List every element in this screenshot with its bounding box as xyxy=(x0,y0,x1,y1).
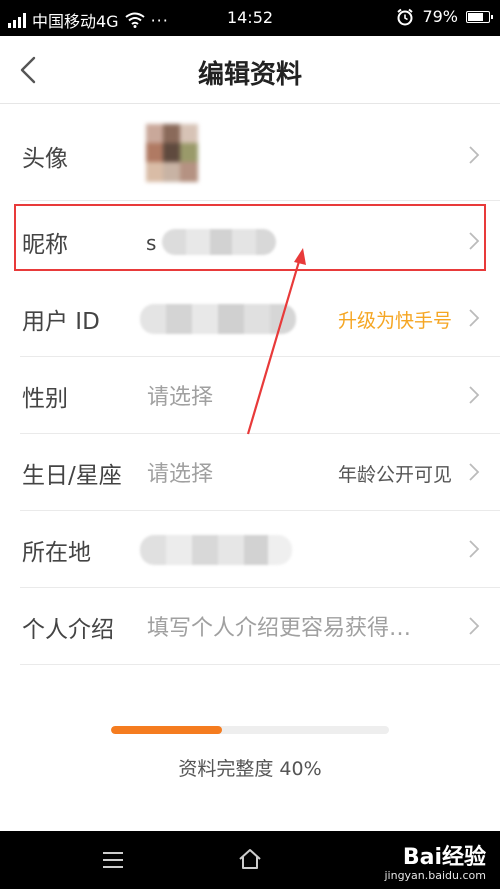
annotation-highlight-box xyxy=(14,204,486,271)
row-bio[interactable]: 个人介绍 填写个人介绍更容易获得… xyxy=(0,588,500,665)
battery-icon xyxy=(466,10,493,23)
row-gender[interactable]: 性别 请选择 xyxy=(0,357,500,434)
system-nav-bar: Bai经验 jingyan.baidu.com xyxy=(0,831,500,889)
chevron-right-icon xyxy=(469,309,480,327)
watermark-url: jingyan.baidu.com xyxy=(384,869,486,882)
alarm-icon xyxy=(397,8,414,25)
redacted-user-id xyxy=(140,304,296,334)
home-icon[interactable] xyxy=(238,847,262,871)
chevron-right-icon xyxy=(469,540,480,558)
row-label: 头像 xyxy=(22,146,68,172)
menu-icon[interactable] xyxy=(102,851,124,869)
chevron-right-icon xyxy=(469,386,480,404)
completion-progress-fill xyxy=(111,726,223,734)
completion-label: 资料完整度 40% xyxy=(178,758,322,780)
birthday-placeholder: 请选择 xyxy=(147,462,214,487)
watermark: Bai经验 jingyan.baidu.com xyxy=(384,839,486,882)
row-label: 个人介绍 xyxy=(22,617,114,643)
page-title: 编辑资料 xyxy=(197,60,302,90)
chevron-right-icon xyxy=(469,146,480,164)
row-label: 用户 ID xyxy=(22,309,100,335)
chevron-right-icon xyxy=(469,463,480,481)
completion-progress-bar xyxy=(111,726,389,734)
avatar[interactable] xyxy=(146,124,198,182)
row-birthday[interactable]: 生日/星座 请选择 年龄公开可见 xyxy=(0,434,500,511)
age-visibility-note: 年龄公开可见 xyxy=(337,464,452,486)
bio-placeholder: 填写个人介绍更容易获得… xyxy=(147,616,412,641)
upgrade-kuaishou-link[interactable]: 升级为快手号 xyxy=(338,306,452,333)
row-label: 性别 xyxy=(22,386,68,412)
row-label: 生日/星座 xyxy=(22,463,122,489)
chevron-right-icon xyxy=(469,617,480,635)
row-user-id[interactable]: 用户 ID 升级为快手号 xyxy=(0,280,500,357)
battery-percent: 79% xyxy=(422,7,458,26)
row-label: 所在地 xyxy=(22,540,91,566)
header: 编辑资料 xyxy=(0,36,500,104)
row-location[interactable]: 所在地 xyxy=(0,511,500,588)
row-avatar[interactable]: 头像 xyxy=(0,115,500,201)
redacted-location xyxy=(140,535,292,565)
gender-placeholder: 请选择 xyxy=(147,385,214,410)
status-bar: 中国移动4G ··· 14:52 79% xyxy=(0,0,500,36)
watermark-logo: Bai经验 xyxy=(402,845,486,870)
